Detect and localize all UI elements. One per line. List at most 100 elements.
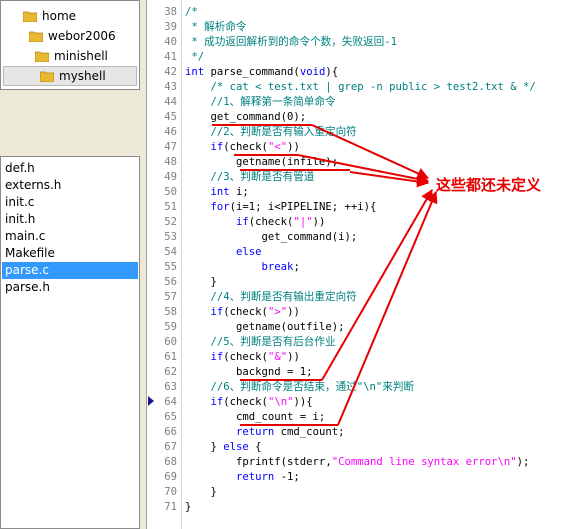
- code-token: );: [516, 456, 530, 468]
- file-list: def.h externs.h init.c init.h main.c Mak…: [0, 156, 140, 529]
- code-text: }: [185, 275, 217, 290]
- tree-item-label: home: [42, 9, 77, 23]
- line-number: 63: [164, 381, 177, 393]
- line-number: 47: [164, 141, 177, 153]
- code-token: cmd_count;: [274, 426, 345, 438]
- code-text: if(check("\n")){: [185, 395, 313, 410]
- line-number: 49: [164, 171, 177, 183]
- code-text: cmd_count = i;: [185, 410, 325, 425]
- file-item[interactable]: Makefile: [2, 245, 138, 262]
- line-number: 52: [164, 216, 177, 228]
- file-item[interactable]: externs.h: [2, 177, 138, 194]
- line-number: 39: [164, 21, 177, 33]
- code-text: /* cat < test.txt | grep -n public > tes…: [185, 80, 536, 95]
- code-token: /*: [185, 6, 198, 18]
- code-token: void: [299, 66, 326, 78]
- code-token: (check(: [223, 141, 268, 153]
- code-text: else: [185, 245, 262, 260]
- code-token: break: [185, 261, 294, 273]
- file-item[interactable]: parse.h: [2, 279, 138, 296]
- tree-item-webor2006[interactable]: webor2006: [28, 26, 116, 46]
- code-text: backgnd = 1;: [185, 365, 313, 380]
- folder-tree: home webor2006 minishell myshell: [0, 0, 140, 90]
- pane-splitter[interactable]: [0, 90, 146, 156]
- code-text: }: [185, 485, 217, 500]
- code-token: //3、判断是否有管道: [185, 171, 315, 183]
- code-token: get_command(i);: [185, 231, 358, 243]
- code-token: "\n": [267, 396, 294, 408]
- code-token: */: [185, 51, 205, 63]
- code-token: for: [185, 201, 230, 213]
- code-text: }: [185, 500, 191, 515]
- code-text: get_command(0);: [185, 110, 307, 125]
- code-token: }: [185, 276, 217, 288]
- code-token: (i=1; i<PIPELINE; ++i){: [229, 201, 377, 213]
- line-number: 46: [164, 126, 177, 138]
- tree-item-minishell[interactable]: minishell: [34, 46, 108, 66]
- code-token: //1、解释第一条简单命令: [185, 96, 336, 108]
- line-number: 48: [164, 156, 177, 168]
- code-text: * 解析命令: [185, 20, 247, 35]
- file-item[interactable]: init.c: [2, 194, 138, 211]
- file-item[interactable]: main.c: [2, 228, 138, 245]
- folder-icon: [34, 50, 50, 63]
- file-item-selected[interactable]: parse.c: [2, 262, 138, 279]
- line-number: 64: [164, 396, 177, 408]
- code-text: return cmd_count;: [185, 425, 344, 440]
- code-token: (check(: [223, 306, 268, 318]
- code-token: //4、判断是否有输出重定向符: [185, 291, 357, 303]
- code-text: break;: [185, 260, 300, 275]
- code-token: (check(: [223, 396, 268, 408]
- tree-item-label: minishell: [54, 49, 108, 63]
- code-token: }: [185, 501, 192, 513]
- code-token: else: [223, 441, 249, 453]
- code-token: (check(: [248, 216, 294, 228]
- line-number: 58: [164, 306, 177, 318]
- code-token: getname(infile);: [185, 156, 339, 168]
- file-item[interactable]: def.h: [2, 160, 138, 177]
- code-token: //2、判断是否有输入重定向符: [185, 126, 357, 138]
- line-number: 62: [164, 366, 177, 378]
- code-text: return -1;: [185, 470, 300, 485]
- line-number: 65: [164, 411, 177, 423]
- line-number: 60: [164, 336, 177, 348]
- code-token: }: [185, 486, 217, 498]
- code-token: * 解析命令: [185, 21, 247, 33]
- code-token: if: [185, 351, 224, 363]
- folder-icon: [22, 10, 38, 23]
- line-number: 43: [164, 81, 177, 93]
- folder-icon: [39, 70, 55, 83]
- code-token: //6、判断命令是否结束，通过"\n"来判断: [185, 381, 415, 393]
- code-token: (check(: [223, 351, 268, 363]
- code-token: backgnd = 1;: [185, 366, 313, 378]
- code-token: parse_command(: [204, 66, 300, 78]
- file-item[interactable]: init.h: [2, 211, 138, 228]
- code-token: if: [185, 216, 249, 228]
- code-text: */: [185, 50, 204, 65]
- code-text: //1、解释第一条简单命令: [185, 95, 336, 110]
- code-token: "&": [267, 351, 288, 363]
- code-token: {: [248, 441, 262, 453]
- code-editor[interactable]: 38/* 39 * 解析命令 40 * 成功返回解析到的命令个数，失败返回-1 41 …: [146, 0, 588, 529]
- line-number: 57: [164, 291, 177, 303]
- line-number: 51: [164, 201, 177, 213]
- code-text: if(check(">")): [185, 305, 300, 320]
- left-pane: home webor2006 minishell myshell def.h e…: [0, 0, 146, 529]
- code-text: //4、判断是否有输出重定向符: [185, 290, 357, 305]
- code-token: i;: [229, 186, 249, 198]
- code-token: "|": [293, 216, 313, 228]
- code-token: ){: [325, 66, 339, 78]
- code-text: for(i=1; i<PIPELINE; ++i){: [185, 200, 377, 215]
- code-token: return: [185, 471, 275, 483]
- tree-item-label: myshell: [59, 69, 106, 83]
- line-number: 44: [164, 96, 177, 108]
- code-token: )): [287, 306, 300, 318]
- tree-item-home[interactable]: home: [22, 6, 77, 26]
- code-text: //5、判断是否有后台作业: [185, 335, 336, 350]
- tree-item-myshell[interactable]: myshell: [3, 66, 137, 86]
- code-text: fprintf(stderr,"Command line syntax erro…: [185, 455, 529, 470]
- code-token: }: [185, 441, 224, 453]
- code-token: * 成功返回解析到的命令个数，失败返回-1: [185, 36, 397, 48]
- line-number: 70: [164, 486, 177, 498]
- line-number: 41: [164, 51, 177, 63]
